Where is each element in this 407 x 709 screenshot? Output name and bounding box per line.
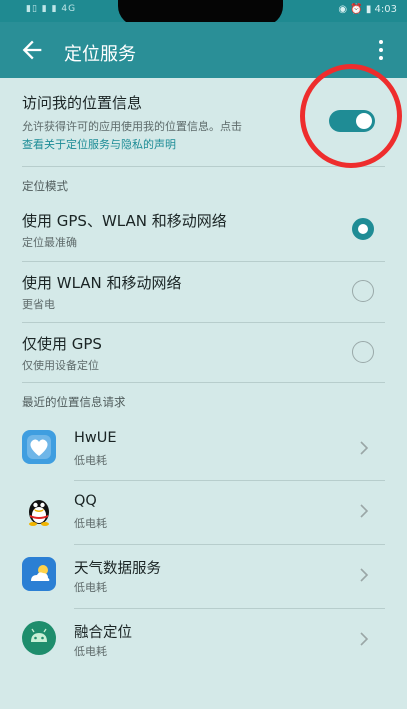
app-subtitle: 低电耗 <box>74 454 107 467</box>
location-access-description: 允许获得许可的应用使用我的位置信息。点击 查看关于定位服务与隐私的声明 <box>22 118 306 154</box>
mode-section-header: 定位模式 <box>22 179 68 193</box>
recent-app-qq[interactable]: QQ 低电耗 <box>0 481 407 543</box>
app-name: QQ <box>74 493 97 509</box>
mode-option-wlan-mobile[interactable]: 使用 WLAN 和移动网络 更省电 <box>0 262 407 322</box>
mode-option-gps-only[interactable]: 仅使用 GPS 仅使用设备定位 <box>0 323 407 383</box>
mode-option-gps-wlan-mobile[interactable]: 使用 GPS、WLAN 和移动网络 定位最准确 <box>0 200 407 260</box>
privacy-statement-link[interactable]: 查看关于定位服务与隐私的声明 <box>22 138 176 151</box>
app-name: HwUE <box>74 430 117 446</box>
app-name: 天气数据服务 <box>74 561 161 577</box>
mode-option-subtitle: 仅使用设备定位 <box>22 359 99 372</box>
recent-app-weather[interactable]: 天气数据服务 低电耗 <box>0 545 407 607</box>
status-left: ▮▯ ▮ ▮ 4G <box>26 4 77 14</box>
location-access-title: 访问我的位置信息 <box>22 94 143 112</box>
android-icon <box>22 621 56 655</box>
arrow-left-icon[interactable] <box>18 36 46 64</box>
qq-penguin-icon <box>22 493 56 527</box>
mode-option-title: 使用 WLAN 和移动网络 <box>22 274 182 292</box>
status-right: ◉ ⏰ ▮ 4:03 <box>338 4 397 15</box>
app-subtitle: 低电耗 <box>74 581 107 594</box>
recent-app-fused-location[interactable]: 融合定位 低电耗 <box>0 609 407 671</box>
divider <box>22 382 385 383</box>
radio-unselected[interactable] <box>352 341 374 363</box>
mode-option-subtitle: 定位最准确 <box>22 236 77 249</box>
app-subtitle: 低电耗 <box>74 645 107 658</box>
location-access-desc-text: 允许获得许可的应用使用我的位置信息。点击 <box>22 120 242 133</box>
recent-section-header: 最近的位置信息请求 <box>22 395 126 409</box>
chevron-right-icon <box>360 504 369 518</box>
page-title: 定位服务 <box>64 44 136 65</box>
more-vertical-icon[interactable] <box>377 40 385 62</box>
hwue-heart-icon <box>22 430 56 464</box>
chevron-right-icon <box>360 632 369 646</box>
recent-app-hwue[interactable]: HwUE 低电耗 <box>0 418 407 480</box>
radio-selected[interactable] <box>352 218 374 240</box>
app-name: 融合定位 <box>74 625 132 641</box>
chevron-right-icon <box>360 441 369 455</box>
annotation-circle <box>300 64 402 168</box>
mode-option-title: 使用 GPS、WLAN 和移动网络 <box>22 212 227 230</box>
chevron-right-icon <box>360 568 369 582</box>
weather-icon <box>22 557 56 591</box>
mode-option-subtitle: 更省电 <box>22 298 55 311</box>
settings-content: 访问我的位置信息 允许获得许可的应用使用我的位置信息。点击 查看关于定位服务与隐… <box>0 78 407 709</box>
divider <box>22 166 385 167</box>
radio-unselected[interactable] <box>352 280 374 302</box>
app-subtitle: 低电耗 <box>74 517 107 530</box>
mode-option-title: 仅使用 GPS <box>22 335 102 353</box>
